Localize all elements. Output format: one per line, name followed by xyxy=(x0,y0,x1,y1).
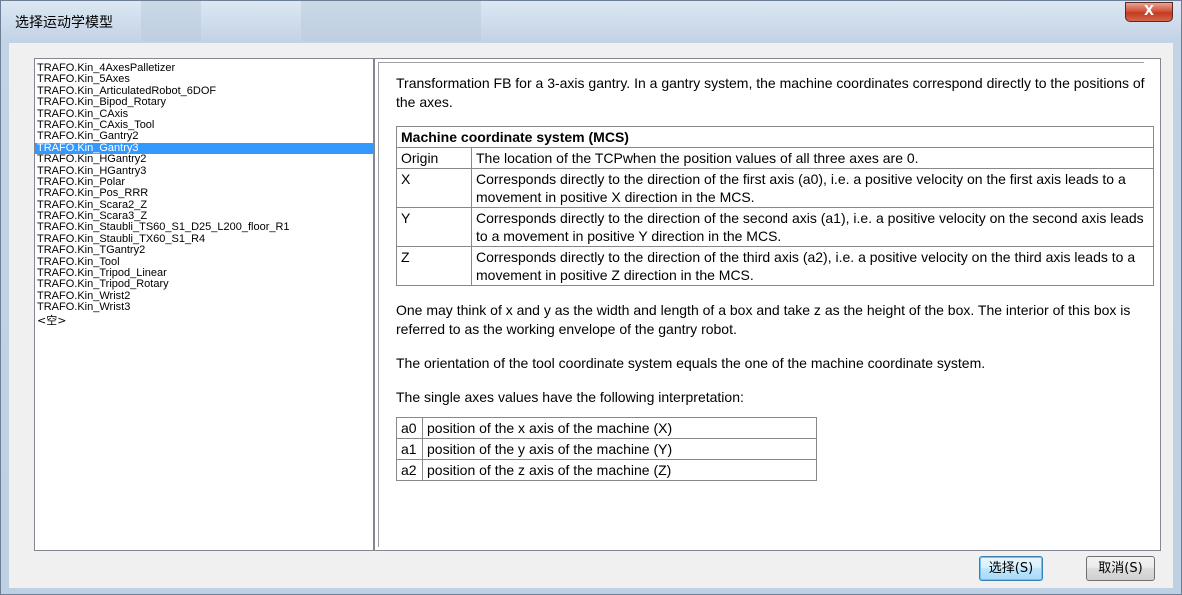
list-item[interactable]: TRAFO.Kin_Wrist3 xyxy=(35,301,373,313)
list-item-empty[interactable]: <空> xyxy=(35,314,373,326)
orientation-paragraph: The orientation of the tool coordinate s… xyxy=(396,355,986,371)
mcs-table: Machine coordinate system (MCS) Origin T… xyxy=(396,126,1154,286)
list-item[interactable]: TRAFO.Kin_TGantry2 xyxy=(35,244,373,256)
list-item[interactable]: TRAFO.Kin_Bipod_Rotary xyxy=(35,96,373,108)
axis-value-a1: position of the y axis of the machine (Y… xyxy=(422,438,817,460)
kinematics-listbox[interactable]: TRAFO.Kin_4AxesPalletizer TRAFO.Kin_5Axes… xyxy=(34,58,374,551)
description-panel[interactable]: Transformation FB for a 3-axis gantry. I… xyxy=(374,58,1161,551)
table-row: Origin The location of the TCPwhen the p… xyxy=(396,147,1154,169)
table-row: Y Corresponds directly to the direction … xyxy=(396,207,1154,247)
close-button[interactable]: X xyxy=(1125,2,1173,22)
axis-key-a1: a1 xyxy=(396,438,423,460)
axis-value-a2: position of the z axis of the machine (Z… xyxy=(422,459,817,481)
axis-key-a2: a2 xyxy=(396,459,423,481)
mcs-table-header: Machine coordinate system (MCS) xyxy=(396,126,1154,148)
select-button[interactable]: 选择(S) xyxy=(979,556,1043,581)
table-row: X Corresponds directly to the direction … xyxy=(396,168,1154,208)
envelope-paragraph: One may think of x and y as the width an… xyxy=(396,302,1131,337)
kinematics-list-items: TRAFO.Kin_4AxesPalletizer TRAFO.Kin_5Axes… xyxy=(35,59,373,326)
mcs-value-z: Corresponds directly to the direction of… xyxy=(471,246,1154,286)
mcs-value-y: Corresponds directly to the direction of… xyxy=(471,207,1154,247)
kinematic-model-dialog: 选择运动学模型 X TRAFO.Kin_4AxesPalletizer TRAFO… xyxy=(0,0,1182,595)
mcs-value-origin: The location of the TCPwhen the position… xyxy=(471,147,1154,169)
table-row: a0 position of the x axis of the machine… xyxy=(396,417,817,439)
window-title: 选择运动学模型 xyxy=(15,15,113,31)
mcs-key-y: Y xyxy=(396,207,472,247)
axis-key-a0: a0 xyxy=(396,417,423,439)
list-item[interactable]: TRAFO.Kin_Pos_RRR xyxy=(35,187,373,199)
mcs-value-x: Corresponds directly to the direction of… xyxy=(471,168,1154,208)
table-row: a1 position of the y axis of the machine… xyxy=(396,438,817,460)
title-bar[interactable]: 选择运动学模型 X xyxy=(1,1,1181,43)
dialog-client-area: TRAFO.Kin_4AxesPalletizer TRAFO.Kin_5Axes… xyxy=(9,43,1173,588)
axes-table: a0 position of the x axis of the machine… xyxy=(396,417,817,481)
mcs-key-z: Z xyxy=(396,246,472,286)
mcs-table-header-row: Machine coordinate system (MCS) xyxy=(396,126,1154,148)
mcs-key-origin: Origin xyxy=(396,147,472,169)
intro-text: Transformation FB for a 3-axis gantry. I… xyxy=(396,75,1145,110)
list-item[interactable]: TRAFO.Kin_HGantry2 xyxy=(35,153,373,165)
mcs-key-x: X xyxy=(396,168,472,208)
table-row: Z Corresponds directly to the direction … xyxy=(396,246,1154,286)
description-content: Transformation FB for a 3-axis gantry. I… xyxy=(396,74,1156,481)
axis-value-a0: position of the x axis of the machine (X… xyxy=(422,417,817,439)
cancel-button[interactable]: 取消(S) xyxy=(1086,556,1155,581)
close-icon: X xyxy=(1143,4,1155,19)
table-row: a2 position of the z axis of the machine… xyxy=(396,459,817,481)
axes-intro-paragraph: The single axes values have the followin… xyxy=(396,389,744,405)
